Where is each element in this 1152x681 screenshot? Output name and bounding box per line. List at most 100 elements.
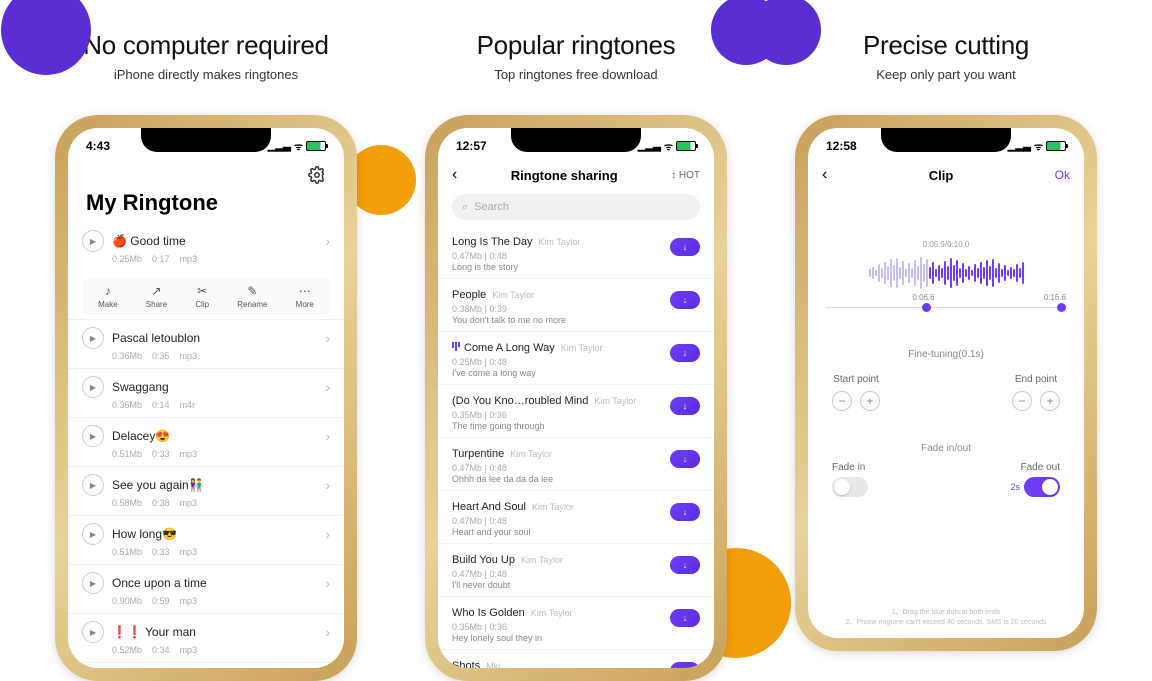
wave-bar — [872, 267, 874, 279]
wave-bar — [890, 259, 892, 287]
chevron-icon[interactable]: › — [325, 428, 330, 444]
toolbar-share[interactable]: ↗ Share — [146, 284, 167, 309]
panel-subtitle: Keep only part you want — [876, 67, 1015, 82]
download-button[interactable]: ↓ — [670, 662, 700, 668]
end-handle[interactable] — [1057, 303, 1066, 312]
clip-timeline[interactable]: 0:06.6 0:16.6 — [826, 295, 1066, 319]
list-item[interactable]: ▶ Swaggang › 0.36Mb 0:14 m4r — [68, 368, 344, 417]
item-artist: Kim Taylor — [539, 237, 581, 247]
end-plus-button[interactable]: + — [1040, 391, 1060, 411]
item-size: 0.25Mb — [112, 254, 142, 264]
list-item[interactable]: ▶ 「❤️Fading❤️」 › 0.68Mb 0:45 — [68, 662, 344, 668]
back-icon[interactable]: ‹ — [452, 166, 457, 184]
panel-subtitle: iPhone directly makes ringtones — [114, 67, 298, 82]
back-icon[interactable]: ‹ — [822, 166, 827, 184]
item-toolbar: ♪ Make ↗ Share ✂ Clip ✎ Rename ⋯ More — [82, 278, 330, 315]
end-point-label: End point — [1015, 374, 1057, 385]
list-item[interactable]: ▶ Once upon a time › 0.90Mb 0:59 mp3 — [68, 564, 344, 613]
item-title: Swaggang — [112, 380, 169, 394]
battery-icon — [306, 141, 326, 151]
wave-bar — [932, 262, 934, 284]
download-button[interactable]: ↓ — [670, 503, 700, 521]
toolbar-more[interactable]: ⋯ More — [296, 284, 314, 309]
toolbar-rename[interactable]: ✎ Rename — [237, 284, 267, 309]
item-title: Long Is The Day — [452, 236, 533, 248]
start-handle[interactable] — [922, 303, 931, 312]
sharing-list: Long Is The DayKim Taylor 0.47Mb | 0:48 … — [438, 226, 714, 668]
list-item[interactable]: ▶ Delacey😍 › 0.51Mb 0:33 mp3 — [68, 417, 344, 466]
item-duration: 0:34 — [152, 645, 170, 655]
list-item[interactable]: TurpentineKim Taylor 0.47Mb | 0:48 Ohhh … — [438, 438, 714, 491]
list-item[interactable]: ▶ See you again👫 › 0.58Mb 0:38 mp3 — [68, 466, 344, 515]
play-icon[interactable]: ▶ — [82, 621, 104, 643]
item-meta: 0.35Mb | 0:36 — [452, 622, 700, 632]
download-button[interactable]: ↓ — [670, 397, 700, 415]
item-desc: Ohhh da lee da da da lee — [452, 474, 700, 484]
hot-sort-button[interactable]: ↕ HOT — [671, 170, 700, 181]
item-desc: You don't talk to me no more — [452, 315, 700, 325]
wave-bar — [917, 266, 919, 280]
list-item[interactable]: ▶ How long😎 › 0.51Mb 0:33 mp3 — [68, 515, 344, 564]
chevron-icon[interactable]: › — [325, 330, 330, 346]
chevron-icon[interactable]: › — [325, 624, 330, 640]
list-item[interactable]: Heart And SoulKim Taylor 0.47Mb | 0:48 H… — [438, 491, 714, 544]
download-button[interactable]: ↓ — [670, 238, 700, 256]
panel-title: Precise cutting — [863, 30, 1029, 61]
item-size: 0.36Mb — [112, 400, 142, 410]
end-minus-button[interactable]: − — [1012, 391, 1032, 411]
chevron-icon[interactable]: › — [325, 477, 330, 493]
list-item[interactable]: ▶ ❗❗ Your man › 0.52Mb 0:34 mp3 — [68, 613, 344, 662]
download-button[interactable]: ↓ — [670, 556, 700, 574]
list-item[interactable]: PeopleKim Taylor 0.38Mb | 0:39 You don't… — [438, 279, 714, 332]
item-desc: I've come a long way — [452, 368, 700, 378]
toolbar-clip[interactable]: ✂ Clip — [195, 284, 209, 309]
item-size: 0.58Mb — [112, 498, 142, 508]
play-icon[interactable]: ▶ — [82, 230, 104, 252]
list-item[interactable]: Build You UpKim Taylor 0.47Mb | 0:48 I'l… — [438, 544, 714, 597]
list-item-expanded[interactable]: ▶ 🍎 Good time › 0.25Mb 0:17 mp3 — [68, 224, 344, 270]
chevron-icon[interactable]: › — [325, 233, 330, 249]
fade-out-toggle[interactable] — [1024, 477, 1060, 497]
panel-no-computer: No computer required iPhone directly mak… — [36, 30, 376, 648]
download-button[interactable]: ↓ — [670, 450, 700, 468]
search-input[interactable]: ⌕ Search — [452, 194, 700, 220]
wave-bar — [974, 264, 976, 282]
start-minus-button[interactable]: − — [832, 391, 852, 411]
play-icon[interactable]: ▶ — [82, 327, 104, 349]
play-icon[interactable]: ▶ — [82, 572, 104, 594]
download-button[interactable]: ↓ — [670, 344, 700, 362]
list-item[interactable]: ▶ Pascal letoublon › 0.36Mb 0:35 mp3 — [68, 319, 344, 368]
gear-icon[interactable] — [308, 166, 326, 184]
fade-out-value: 2s — [1010, 482, 1020, 492]
play-icon[interactable]: ▶ — [82, 376, 104, 398]
play-icon[interactable]: ▶ — [82, 425, 104, 447]
chevron-icon[interactable]: › — [325, 379, 330, 395]
list-item[interactable]: (Do You Kno…roubled MindKim Taylor 0.35M… — [438, 385, 714, 438]
chevron-icon[interactable]: › — [325, 526, 330, 542]
list-item[interactable]: ShotsMkj 0.35Mb | 0:36 When I keep sayin… — [438, 650, 714, 668]
toolbar-make[interactable]: ♪ Make — [98, 284, 118, 309]
item-desc: The time going through — [452, 421, 700, 431]
status-icons: ▁▂▃ ᯤ — [638, 139, 696, 153]
list-item[interactable]: Long Is The DayKim Taylor 0.47Mb | 0:48 … — [438, 226, 714, 279]
wave-bar — [977, 268, 979, 278]
ok-button[interactable]: Ok — [1055, 168, 1070, 182]
item-title: Come A Long Way — [464, 342, 555, 354]
list-item[interactable]: Who Is GoldenKim Taylor 0.35Mb | 0:36 He… — [438, 597, 714, 650]
download-button[interactable]: ↓ — [670, 609, 700, 627]
waveform[interactable] — [826, 253, 1066, 293]
chevron-icon[interactable]: › — [325, 575, 330, 591]
status-icons: ▁▂▃ ᯤ — [268, 139, 326, 153]
play-icon[interactable]: ▶ — [82, 523, 104, 545]
toolbar-label: More — [296, 300, 314, 309]
wave-bar — [995, 268, 997, 278]
wave-bar — [944, 261, 946, 285]
rename-icon: ✎ — [247, 284, 257, 298]
fade-in-toggle[interactable] — [832, 477, 868, 497]
start-plus-button[interactable]: + — [860, 391, 880, 411]
item-size: 0.52Mb — [112, 645, 142, 655]
download-button[interactable]: ↓ — [670, 291, 700, 309]
wave-bar — [905, 269, 907, 277]
play-icon[interactable]: ▶ — [82, 474, 104, 496]
list-item[interactable]: Come A Long WayKim Taylor 0.25Mb | 0:48 … — [438, 332, 714, 385]
